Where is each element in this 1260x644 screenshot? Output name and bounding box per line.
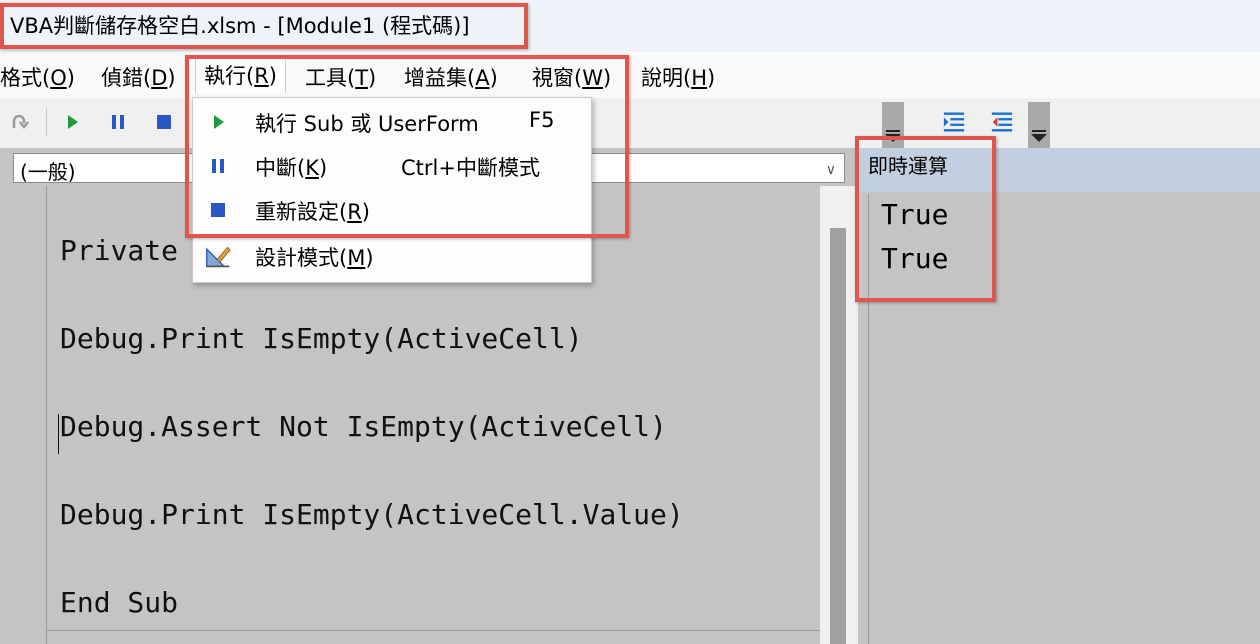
run-icon [205,110,231,134]
text-caret [58,414,59,454]
reset-icon[interactable] [152,110,176,134]
toolbar-separator [46,108,47,136]
immediate-output-line: True [881,242,949,275]
run-menu-item-run-sub[interactable]: 執行 Sub 或 UserForm F5 [193,100,591,144]
run-menu-dropdown: 執行 Sub 或 UserForm F5 中斷(K) Ctrl+中斷模式 重新設… [192,97,592,283]
object-dropdown-value: (一般) [20,160,76,184]
code-line[interactable]: Debug.Assert Not IsEmpty(ActiveCell) [60,410,667,443]
code-line[interactable]: Private S [60,234,212,267]
procedure-divider [47,630,820,631]
run-menu-item-break[interactable]: 中斷(K) Ctrl+中斷模式 [193,144,591,188]
toolbar-overflow-right[interactable] [1028,102,1050,148]
scrollbar-thumb[interactable] [830,228,846,644]
menu-format[interactable]: 格式(O) [0,62,75,92]
menu-run[interactable]: 執行(R) [195,58,286,93]
redo-icon[interactable] [8,110,32,134]
immediate-window-header: 即時運算 [858,148,1260,192]
immediate-window-title: 即時運算 [868,154,948,178]
shortcut-label: Ctrl+中斷模式 [401,156,540,180]
indent-icon[interactable] [942,110,966,134]
run-icon[interactable] [60,110,84,134]
code-margin-indicator-bar[interactable] [4,186,47,644]
code-line[interactable]: End Sub [60,586,178,619]
menu-window[interactable]: 視窗(W) [532,62,611,92]
menu-bar: 格式(O) 偵錯(D) 執行(R) 工具(T) 增益集(A) 視窗(W) 說明(… [0,52,1260,99]
immediate-window-output[interactable]: True True [868,194,1260,644]
code-line[interactable]: Debug.Print IsEmpty(ActiveCell.Value) [60,498,684,531]
shortcut-label: F5 [529,108,555,132]
run-menu-item-design-mode[interactable]: 設計模式(M) [193,234,591,278]
window-title: VBA判斷儲存格空白.xlsm - [Module1 (程式碼)] [10,14,470,38]
code-vertical-scrollbar[interactable] [820,186,856,644]
menu-debug[interactable]: 偵錯(D) [101,62,176,92]
design-mode-icon [205,244,231,268]
menu-help[interactable]: 說明(H) [641,62,715,92]
code-line[interactable]: Debug.Print IsEmpty(ActiveCell) [60,322,583,355]
chevron-down-icon[interactable]: ∨ [826,162,836,178]
toolbar-overflow-left[interactable] [882,102,904,148]
break-icon[interactable] [106,110,130,134]
run-menu-item-reset[interactable]: 重新設定(R) [193,188,591,232]
menu-tools[interactable]: 工具(T) [305,62,376,92]
title-bar: VBA判斷儲存格空白.xlsm - [Module1 (程式碼)] [0,0,1260,52]
reset-icon [205,198,231,222]
immediate-output-line: True [881,198,949,231]
standard-toolbar [0,98,1260,148]
outdent-icon[interactable] [990,110,1014,134]
menu-addins[interactable]: 增益集(A) [404,62,498,92]
break-icon [205,154,231,178]
